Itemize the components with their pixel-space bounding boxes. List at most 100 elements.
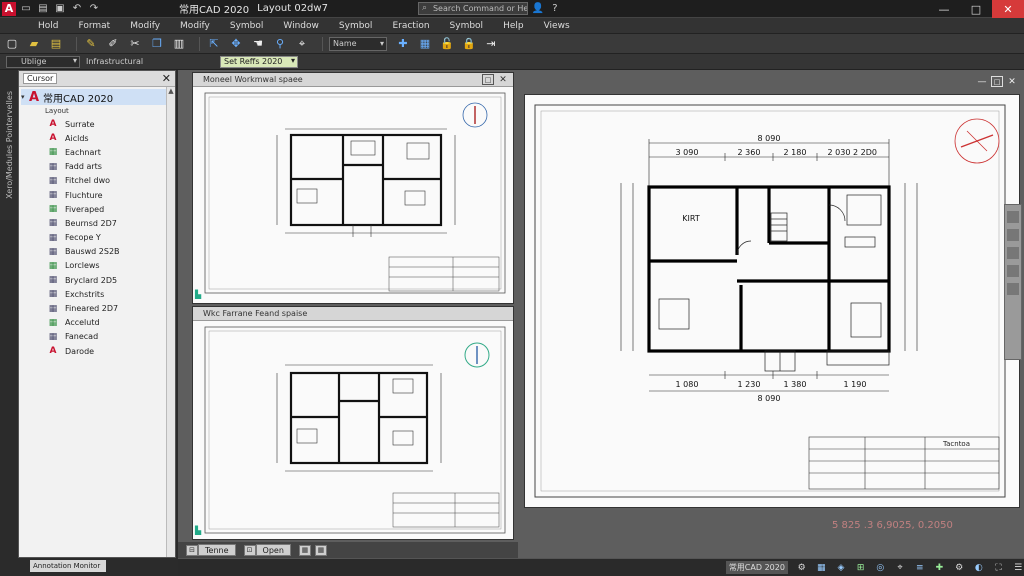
annotation-icon[interactable]: ✚ — [934, 561, 946, 575]
grid-icon[interactable]: ▦ — [815, 561, 827, 575]
maximize-viewport-icon[interactable]: □ — [991, 76, 1003, 87]
tree-item[interactable]: ▦ Fluchture — [21, 188, 175, 202]
menu-item[interactable]: Symbol — [450, 21, 484, 31]
tab-grid-icon[interactable]: ▦ — [298, 544, 311, 556]
main-layout-sheet[interactable]: 8 090 3 090 2 360 2 180 2 030 2 2D0 1 08… — [524, 94, 1020, 508]
tree-item[interactable]: ▦ Fineared 2D7 — [21, 301, 175, 315]
viewport-top-left[interactable]: Moneel Workmwal spaee □ ✕ ▙ — [192, 72, 514, 304]
hand-icon[interactable]: ☚ — [250, 36, 266, 52]
save-icon[interactable]: ▣ — [53, 2, 67, 16]
menu-item[interactable]: Help — [503, 21, 524, 31]
nav-steering-button[interactable] — [1007, 283, 1019, 295]
measure-icon[interactable]: ⌖ — [294, 36, 310, 52]
navigation-bar[interactable] — [1004, 204, 1022, 360]
help-icon[interactable]: ? — [548, 2, 562, 16]
pan-icon[interactable]: ✥ — [228, 36, 244, 52]
match-properties-icon[interactable]: ⇱ — [206, 36, 222, 52]
menu-item[interactable]: Window — [283, 21, 319, 31]
tree-item[interactable]: ▦ Fiveraped — [21, 202, 175, 216]
osnap-icon[interactable]: ⌖ — [894, 561, 906, 575]
menu-item[interactable]: Symbol — [339, 21, 373, 31]
close-viewport-icon[interactable]: ✕ — [1006, 76, 1018, 87]
tree-item[interactable]: ▦ Bauswd 2S2B — [21, 245, 175, 259]
tree-root[interactable]: ▾ A 常用CAD 2020 — [21, 89, 175, 105]
polar-icon[interactable]: ◎ — [875, 561, 887, 575]
orbit-icon[interactable]: ✚ — [395, 36, 411, 52]
tree-item[interactable]: ▦ Exchstrits — [21, 287, 175, 301]
close-viewport-icon[interactable]: ✕ — [497, 74, 509, 85]
open-folder-icon[interactable]: ▤ — [36, 2, 50, 16]
tree-item[interactable]: ▦ Accelutd — [21, 316, 175, 330]
properties-icon[interactable]: ▦ — [417, 36, 433, 52]
fullscreen-icon[interactable]: ⛶ — [993, 561, 1005, 575]
exit-icon[interactable]: ⇥ — [483, 36, 499, 52]
pencil-icon[interactable]: ✎ — [83, 36, 99, 52]
snap-icon[interactable]: ◈ — [835, 561, 847, 575]
scroll-up-icon[interactable]: ▲ — [167, 87, 175, 95]
tree-item[interactable]: ▦ Eachnart — [21, 145, 175, 159]
menu-item[interactable]: Symbol — [230, 21, 264, 31]
customize-icon[interactable]: ☰ — [1012, 561, 1024, 575]
menu-item[interactable]: Modify — [130, 21, 160, 31]
open-icon[interactable]: ▰ — [26, 36, 42, 52]
style-combo[interactable]: Name — [329, 36, 387, 51]
nav-pan-button[interactable] — [1007, 211, 1019, 223]
palette-side-label[interactable]: Xero/Medules Pointervelles — [0, 70, 18, 220]
tree-item[interactable]: A Surrate — [21, 117, 175, 131]
zoom-icon[interactable]: ⚲ — [272, 36, 288, 52]
new-file-icon[interactable]: ▭ — [19, 2, 33, 16]
app-logo-icon[interactable]: A — [2, 1, 16, 16]
scissors-icon[interactable]: ✂ — [127, 36, 143, 52]
layout-combo[interactable]: Set Reffs 2020 — [220, 55, 298, 68]
tree-item[interactable]: ▦ Bryclard 2D5 — [21, 273, 175, 287]
lock-icon[interactable]: 🔒 — [461, 36, 477, 52]
copy-icon[interactable]: ❐ — [149, 36, 165, 52]
collapse-icon[interactable]: ▾ — [21, 93, 29, 101]
close-button[interactable]: ✕ — [992, 0, 1024, 18]
tree-item[interactable]: ▦ Fitchel dwo — [21, 174, 175, 188]
tab-tenne[interactable]: Tenne — [198, 544, 236, 556]
minimize-button[interactable]: — — [928, 0, 960, 18]
new-icon[interactable]: ▢ — [4, 36, 20, 52]
nav-orbit-button[interactable] — [1007, 247, 1019, 259]
viewcube-compass[interactable] — [464, 342, 490, 368]
tree-item[interactable]: A Aiclds — [21, 131, 175, 145]
maximize-viewport-icon[interactable]: □ — [482, 74, 494, 85]
viewcube-compass[interactable] — [462, 102, 488, 128]
viewcube-compass[interactable] — [954, 118, 1000, 164]
tab-nav-icon[interactable]: ⊟ — [186, 544, 198, 556]
tab-nav-icon[interactable]: ⊡ — [243, 544, 256, 556]
menu-item[interactable]: Hold — [38, 21, 59, 31]
tree-item[interactable]: ▦ Lorclews — [21, 259, 175, 273]
panel-scrollbar[interactable]: ▲ — [166, 87, 175, 557]
menu-item[interactable]: Views — [544, 21, 570, 31]
viewport-bottom-left[interactable]: Wkc Farrane Feand spaise ▙ — [192, 306, 514, 540]
tree-item[interactable]: ▦ Fadd arts — [21, 160, 175, 174]
paste-icon[interactable]: ▥ — [171, 36, 187, 52]
save-icon[interactable]: ▤ — [48, 36, 64, 52]
tree-item[interactable]: ▦ Fecope Y — [21, 231, 175, 245]
tab-open[interactable]: Open — [255, 544, 291, 556]
redo-icon[interactable]: ↷ — [87, 2, 101, 16]
menu-item[interactable]: Modify — [180, 21, 210, 31]
maximize-button[interactable]: □ — [960, 0, 992, 18]
ortho-icon[interactable]: ⊞ — [855, 561, 867, 575]
tab-grid-icon[interactable]: ▦ — [314, 544, 327, 556]
menu-item[interactable]: Eraction — [392, 21, 429, 31]
panel-title[interactable]: Cursor — [23, 73, 58, 84]
tree-item[interactable]: ▦ Beurnsd 2D7 — [21, 216, 175, 230]
menu-item[interactable]: Format — [79, 21, 111, 31]
undo-icon[interactable]: ↶ — [70, 2, 84, 16]
isolate-icon[interactable]: ◐ — [973, 561, 985, 575]
tree-item[interactable]: ▦ Fanecad — [21, 330, 175, 344]
nav-zoom-button[interactable] — [1007, 229, 1019, 241]
settings-icon[interactable]: ⚙ — [796, 561, 808, 575]
unlock-icon[interactable]: 🔓 — [439, 36, 455, 52]
minimize-viewport-icon[interactable]: — — [976, 76, 988, 87]
nav-showmotion-button[interactable] — [1007, 265, 1019, 277]
layer-combo[interactable]: Ublige — [6, 55, 80, 68]
tree-item[interactable]: A Darode — [21, 344, 175, 358]
panel-close-icon[interactable]: ✕ — [162, 72, 171, 85]
brush-icon[interactable]: ✐ — [105, 36, 121, 52]
signin-icon[interactable]: 👤 — [531, 2, 545, 16]
